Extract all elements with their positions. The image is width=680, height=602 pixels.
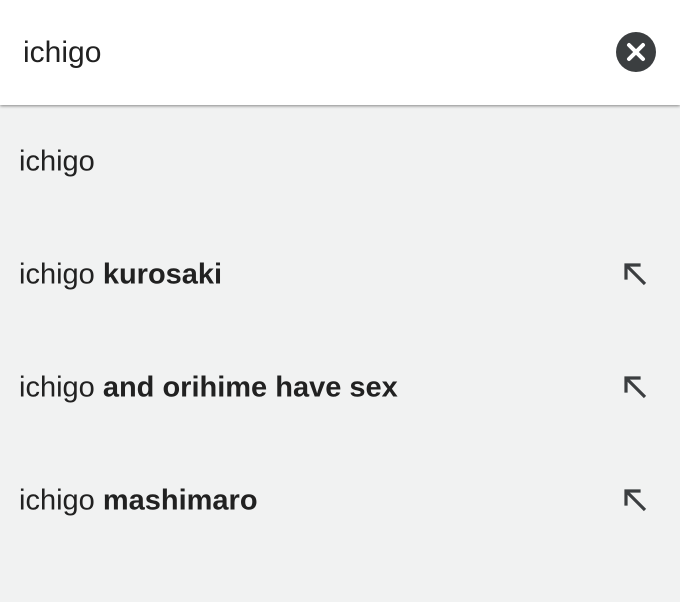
arrow-up-left-icon	[624, 375, 647, 398]
suggestion-list: ichigo ichigo kurosaki ichigo and orihim…	[0, 105, 680, 557]
suggestion-text: ichigo kurosaki	[19, 258, 222, 291]
suggestion-prefix: ichigo	[19, 371, 103, 403]
suggestion-text: ichigo and orihime have sex	[19, 371, 398, 404]
arrow-up-left-icon	[624, 488, 647, 511]
clear-button[interactable]	[616, 32, 656, 72]
suggestion-completion: kurosaki	[102, 258, 223, 290]
suggestion-item[interactable]: ichigo kurosaki	[0, 218, 680, 331]
suggestion-item[interactable]: ichigo and orihime have sex	[0, 331, 680, 444]
fill-query-button[interactable]	[616, 368, 656, 408]
suggestion-text: ichigo	[19, 145, 95, 178]
close-icon	[627, 43, 645, 61]
suggestion-item[interactable]: ichigo	[0, 105, 680, 218]
fill-query-button[interactable]	[616, 481, 656, 521]
suggestion-completion: mashimaro	[102, 484, 258, 516]
suggestion-item[interactable]: ichigo mashimaro	[0, 444, 680, 557]
suggestion-text: ichigo mashimaro	[19, 484, 258, 517]
suggestion-prefix: ichigo	[19, 145, 95, 177]
suggestion-prefix: ichigo	[19, 484, 103, 516]
suggestion-completion: and orihime have sex	[102, 371, 398, 403]
fill-query-button[interactable]	[616, 255, 656, 295]
search-input[interactable]	[23, 31, 583, 75]
suggestion-prefix: ichigo	[19, 258, 103, 290]
arrow-up-left-icon	[624, 262, 647, 285]
search-bar	[0, 0, 680, 105]
